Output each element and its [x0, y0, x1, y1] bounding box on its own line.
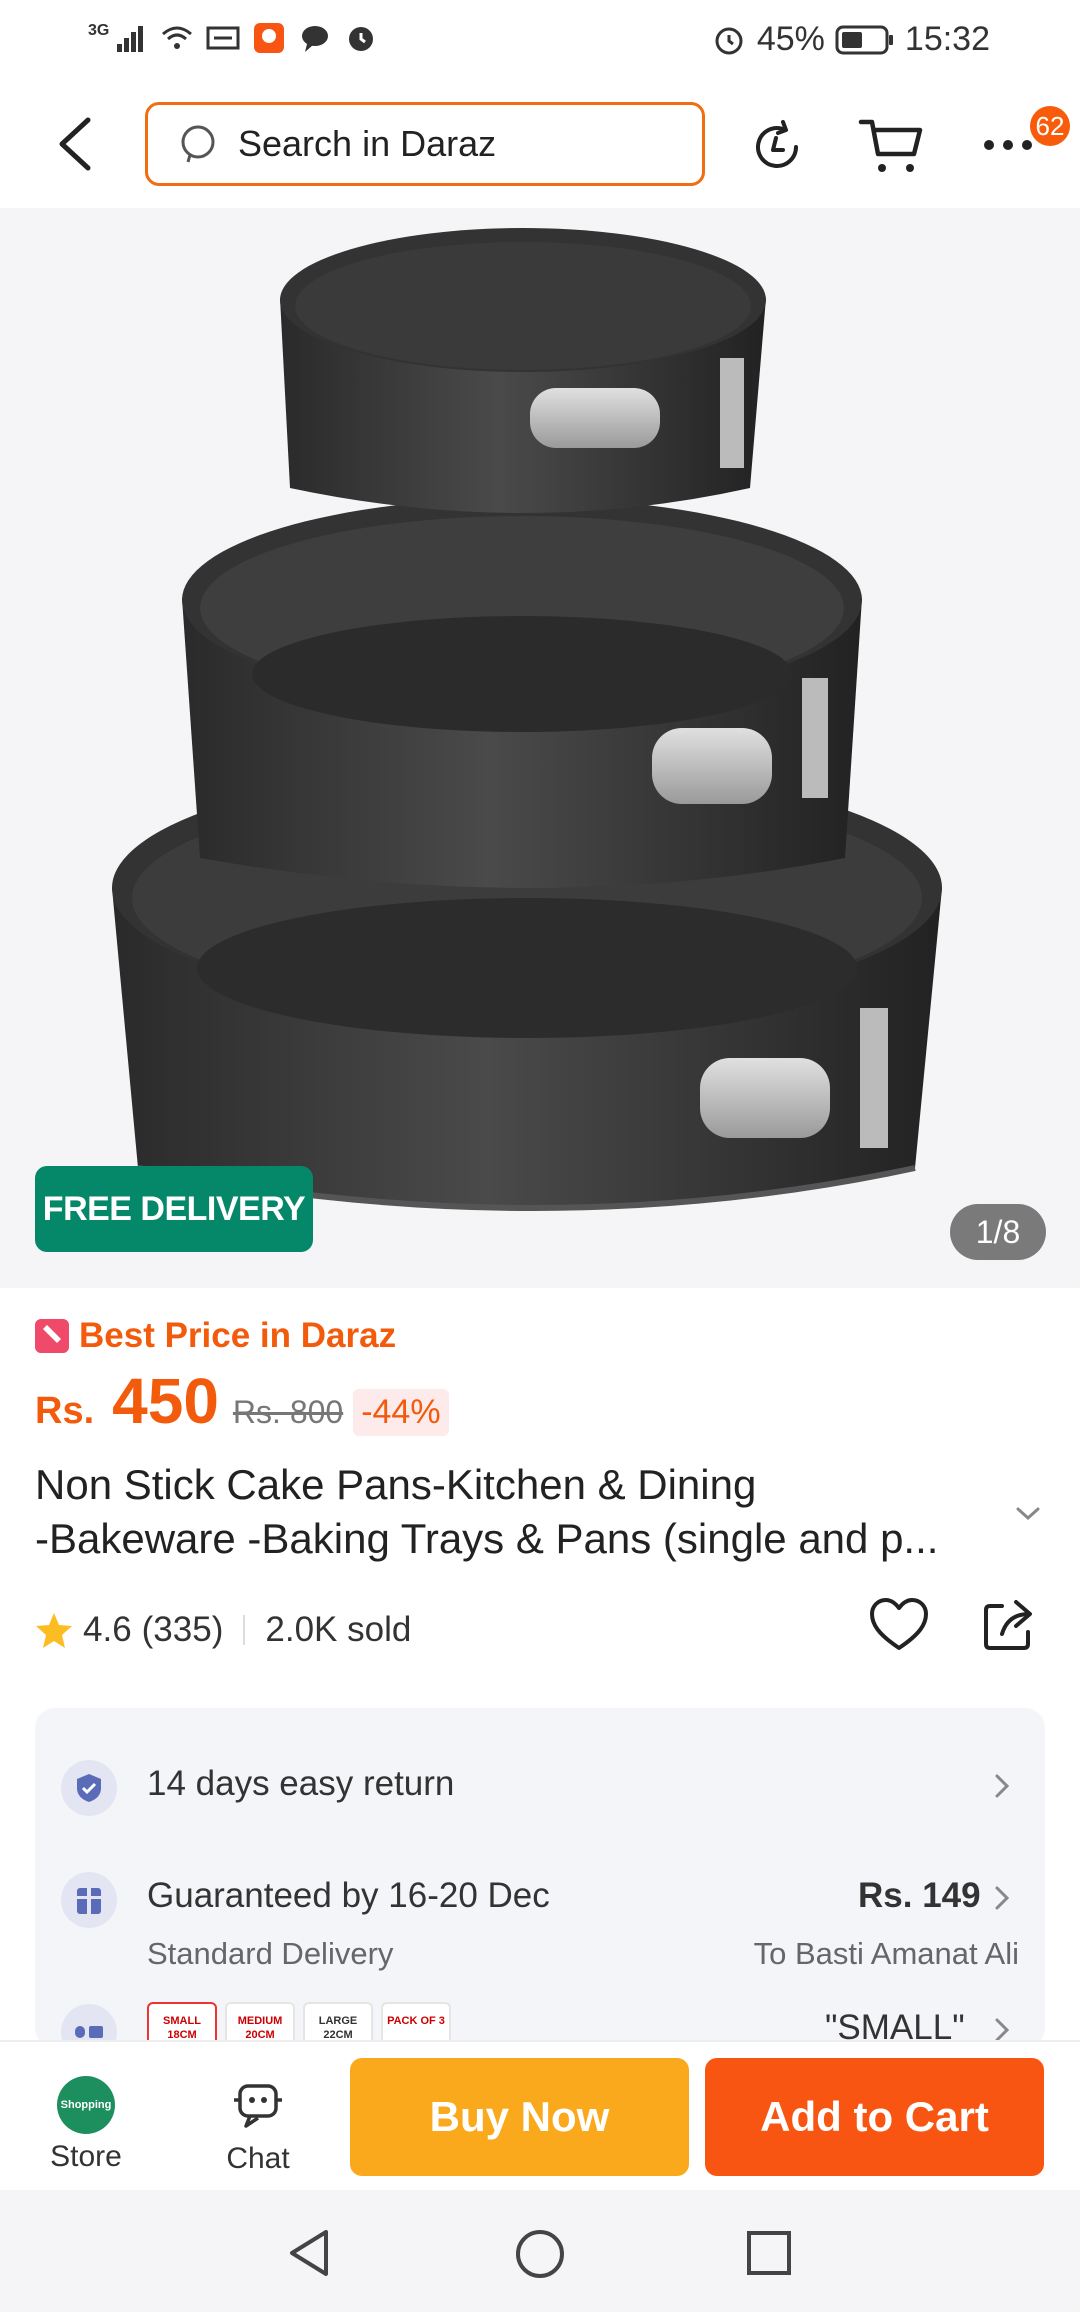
- sold-count: 2.0K sold: [265, 1610, 412, 1649]
- message-icon: [302, 26, 329, 52]
- back-arrow-icon[interactable]: [48, 112, 108, 176]
- add-to-cart-button[interactable]: Add to Cart: [705, 2058, 1044, 2176]
- original-price: Rs. 800: [232, 1394, 344, 1430]
- best-price-label: Best Price in Daraz: [79, 1316, 397, 1355]
- chevron-down-icon[interactable]: [1014, 1504, 1042, 1524]
- chevron-right-icon[interactable]: [993, 1884, 1011, 1912]
- buy-now-button[interactable]: Buy Now: [350, 2058, 689, 2176]
- history-icon[interactable]: [748, 118, 806, 176]
- store-button[interactable]: Shopping Store: [44, 2076, 128, 2174]
- image-counter: 1/8: [950, 1204, 1046, 1260]
- product-title-line-2: -Bakeware -Baking Trays & Pans (single a…: [35, 1515, 939, 1562]
- product-image-gallery[interactable]: [0, 208, 1080, 1288]
- star-icon: [36, 1613, 72, 1648]
- divider: [243, 1615, 246, 1645]
- delivery-location[interactable]: To Basti Amanat Ali: [754, 1936, 1019, 1972]
- return-policy-text[interactable]: 14 days easy return: [147, 1764, 454, 1804]
- screen-share-icon: [206, 26, 240, 50]
- search-input[interactable]: [238, 123, 678, 165]
- clock-time: 15:32: [904, 20, 990, 58]
- delivery-type: Standard Delivery: [147, 1936, 394, 1971]
- price-currency: Rs.: [35, 1390, 95, 1432]
- free-delivery-badge: FREE DELIVERY: [35, 1166, 313, 1252]
- rating-count: (335): [141, 1610, 224, 1649]
- service-info-card: 14 days easy return Guaranteed by 16-20 …: [35, 1708, 1045, 2048]
- status-bar: 3G 45% 15:32: [0, 0, 1080, 80]
- nav-back-icon[interactable]: [286, 2228, 334, 2278]
- status-right-icons: 45% 15:32: [711, 20, 990, 59]
- product-title[interactable]: Non Stick Cake Pans-Kitchen & Dining -Ba…: [35, 1458, 1015, 1566]
- delivery-price: Rs. 149: [858, 1876, 981, 1915]
- delivery-guarantee-text[interactable]: Guaranteed by 16-20 Dec: [147, 1876, 550, 1916]
- rating-score: 4.6: [83, 1610, 132, 1649]
- battery-percent: 45%: [756, 20, 825, 58]
- share-icon[interactable]: [980, 1598, 1036, 1654]
- return-badge-icon: [61, 1760, 117, 1816]
- store-label: Store: [50, 2140, 122, 2173]
- price-tag-icon: [35, 1319, 69, 1353]
- alarm-clock-icon: [715, 27, 743, 54]
- alarm-icon: [349, 27, 374, 51]
- heart-icon[interactable]: [868, 1596, 930, 1654]
- bottom-action-bar: Shopping Store Chat Buy Now Add to Cart: [0, 2040, 1080, 2190]
- chat-bot-icon: [234, 2084, 282, 2128]
- product-title-line-1: Non Stick Cake Pans-Kitchen & Dining: [35, 1461, 757, 1508]
- store-logo: Shopping: [57, 2076, 115, 2134]
- battery-icon: [835, 25, 893, 54]
- wifi-icon: [162, 26, 193, 49]
- price-row: Rs. 450 Rs. 800 -44%: [35, 1364, 449, 1444]
- best-price-tag: Best Price in Daraz: [35, 1314, 396, 1358]
- chat-label: Chat: [226, 2142, 290, 2175]
- search-icon: [181, 125, 215, 163]
- system-navigation-bar: [0, 2190, 1080, 2312]
- cart-icon[interactable]: [858, 114, 924, 176]
- network-type: 3G: [88, 22, 110, 39]
- chat-button[interactable]: Chat: [218, 2078, 298, 2176]
- nav-home-icon[interactable]: [514, 2228, 566, 2280]
- more-options-icon[interactable]: [982, 130, 1034, 160]
- discount-badge: -44%: [353, 1389, 449, 1436]
- rating-row[interactable]: 4.6 (335) 2.0K sold: [35, 1602, 411, 1658]
- notification-badge: 62: [1030, 106, 1070, 146]
- current-price: 450: [112, 1365, 219, 1437]
- chevron-right-icon[interactable]: [993, 1772, 1011, 1800]
- status-left-icons: 3G: [88, 20, 379, 56]
- signal-icon: [117, 26, 144, 52]
- top-navigation: 62: [0, 80, 1080, 208]
- cake-pans-image: [112, 228, 942, 1211]
- delivery-gift-icon: [61, 1872, 117, 1928]
- nav-recents-icon[interactable]: [746, 2230, 792, 2276]
- daraz-app-icon: [254, 23, 285, 53]
- search-bar[interactable]: [145, 102, 705, 186]
